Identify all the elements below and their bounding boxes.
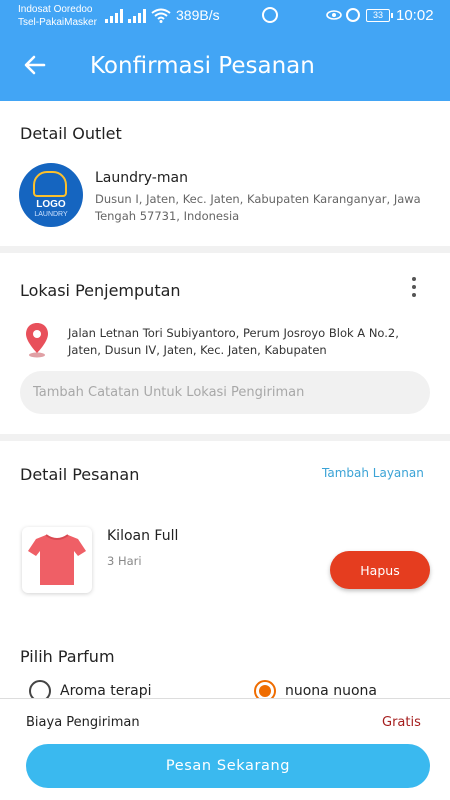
pickup-note-input[interactable] bbox=[20, 371, 430, 414]
carrier-2: Tsel-PakaiMasker bbox=[18, 17, 97, 28]
delete-item-button[interactable]: Hapus bbox=[330, 551, 430, 589]
app-bar: Indosat Ooredoo Tsel-PakaiMasker 389B/s … bbox=[0, 0, 450, 101]
clock: 10:02 bbox=[396, 7, 434, 24]
location-pin-icon bbox=[26, 323, 48, 358]
whatsapp-icon bbox=[262, 7, 278, 23]
outlet-name: Laundry-man bbox=[95, 170, 188, 186]
outlet-logo: LOGO LAUNDRY bbox=[19, 163, 83, 227]
carrier-1: Indosat Ooredoo bbox=[18, 4, 93, 15]
pickup-section-title: Lokasi Penjemputan bbox=[20, 281, 181, 300]
net-speed: 389B/s bbox=[176, 7, 220, 23]
logo-subtext: LAUNDRY bbox=[34, 211, 68, 218]
outlet-section-title: Detail Outlet bbox=[20, 124, 122, 143]
order-section-title: Detail Pesanan bbox=[20, 465, 140, 484]
signal-icon-2 bbox=[128, 9, 146, 23]
parfum-label-aroma-terapi: Aroma terapi bbox=[60, 683, 152, 699]
logo-text: LOGO bbox=[36, 199, 66, 210]
shipping-value: Gratis bbox=[382, 715, 421, 730]
battery-icon: 33 bbox=[366, 9, 393, 22]
wifi-icon bbox=[151, 8, 171, 23]
parfum-section-title: Pilih Parfum bbox=[20, 647, 115, 666]
eye-icon bbox=[326, 10, 342, 20]
page-title: Konfirmasi Pesanan bbox=[90, 53, 315, 79]
carrier-info: Indosat Ooredoo Tsel-PakaiMasker bbox=[18, 3, 97, 29]
pickup-address: Jalan Letnan Tori Subiyantoro, Perum Jos… bbox=[68, 326, 399, 357]
more-options-icon[interactable] bbox=[409, 277, 419, 301]
alarm-icon bbox=[346, 8, 360, 22]
signal-icon bbox=[105, 9, 123, 23]
order-item-duration: 3 Hari bbox=[107, 554, 142, 568]
order-item-image bbox=[22, 527, 92, 593]
logo-washer-icon bbox=[33, 171, 67, 197]
order-now-button[interactable]: Pesan Sekarang bbox=[26, 744, 430, 788]
tshirt-icon bbox=[28, 534, 86, 585]
checkout-bar: Biaya Pengiriman Gratis Pesan Sekarang bbox=[0, 698, 450, 800]
shipping-label: Biaya Pengiriman bbox=[26, 715, 140, 730]
order-item-name: Kiloan Full bbox=[107, 528, 179, 544]
add-service-link[interactable]: Tambah Layanan bbox=[322, 466, 424, 480]
status-bar: Indosat Ooredoo Tsel-PakaiMasker 389B/s … bbox=[0, 0, 450, 32]
parfum-label-nuona: nuona nuona bbox=[285, 683, 377, 699]
back-arrow-icon[interactable] bbox=[22, 52, 48, 78]
outlet-address: Dusun I, Jaten, Kec. Jaten, Kabupaten Ka… bbox=[95, 192, 421, 223]
